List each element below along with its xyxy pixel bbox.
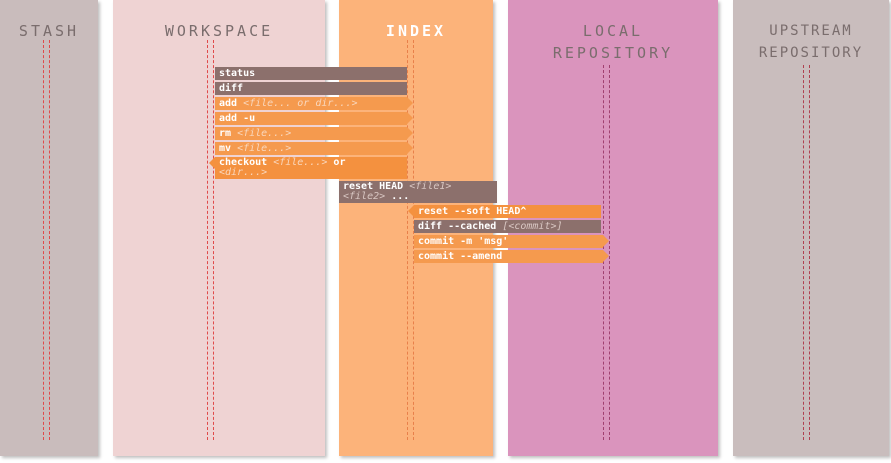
- cmd-label: reset --soft HEAD^: [418, 206, 527, 217]
- cmd-commit-m[interactable]: commit -m 'msg': [414, 235, 609, 248]
- cmd-arg: <file...>: [273, 157, 328, 168]
- cmd-arg: <file2>: [343, 191, 386, 202]
- cmd-reset-head[interactable]: reset HEAD <file1> <file2> ...: [339, 181, 497, 203]
- cmd-checkout[interactable]: checkout <file...> or <dir...>: [209, 157, 407, 179]
- cmd-arg: [<commit>]: [502, 221, 563, 232]
- workspace-title: WORKSPACE: [164, 22, 274, 40]
- cmd-label: add: [219, 98, 238, 109]
- index-title: INDEX: [385, 22, 447, 40]
- workspace-lifeline: [207, 40, 214, 440]
- stash-title: STASH: [18, 22, 80, 40]
- cmd-status[interactable]: status: [215, 67, 407, 80]
- cmd-label: rm: [219, 128, 232, 139]
- upstream-repository-title: UPSTREAM REPOSITORY: [758, 23, 864, 61]
- cmd-label: diff --cached: [418, 221, 497, 232]
- cmd-arg: <file...>: [237, 143, 292, 154]
- cmd-commit-amend[interactable]: commit --amend: [414, 250, 609, 263]
- cmd-label: diff: [219, 83, 244, 94]
- cmd-label: status: [219, 68, 256, 79]
- cmd-arg: <file1>: [409, 181, 452, 192]
- cmd-label: add -u: [219, 113, 256, 124]
- cmd-label: commit -m 'msg': [418, 236, 509, 247]
- cmd-diff[interactable]: diff: [215, 82, 407, 95]
- cmd-arg: <file...>: [237, 128, 292, 139]
- cmd-add[interactable]: add <file... or dir...>: [215, 97, 413, 110]
- stash-column: STASH: [0, 0, 98, 456]
- upstream-repository-column: UPSTREAM REPOSITORY: [733, 0, 889, 456]
- cmd-rm[interactable]: rm <file...>: [215, 127, 413, 140]
- cmd-arg: <dir...>: [219, 167, 268, 178]
- cmd-diff-cached[interactable]: diff --cached [<commit>]: [414, 220, 601, 233]
- cmd-label: or: [333, 157, 346, 168]
- cmd-add-u[interactable]: add -u: [215, 112, 413, 125]
- local-repository-title: LOCAL REPOSITORY: [552, 22, 674, 62]
- cmd-label: commit --amend: [418, 251, 503, 262]
- cmd-arg: <file... or dir...>: [243, 98, 358, 109]
- cmd-mv[interactable]: mv <file...>: [215, 142, 413, 155]
- cmd-label: mv: [219, 143, 232, 154]
- cmd-label: ...: [391, 191, 410, 202]
- cmd-reset-soft[interactable]: reset --soft HEAD^: [408, 205, 601, 218]
- upstream-repository-lifeline: [803, 65, 810, 440]
- stash-lifeline: [43, 40, 50, 440]
